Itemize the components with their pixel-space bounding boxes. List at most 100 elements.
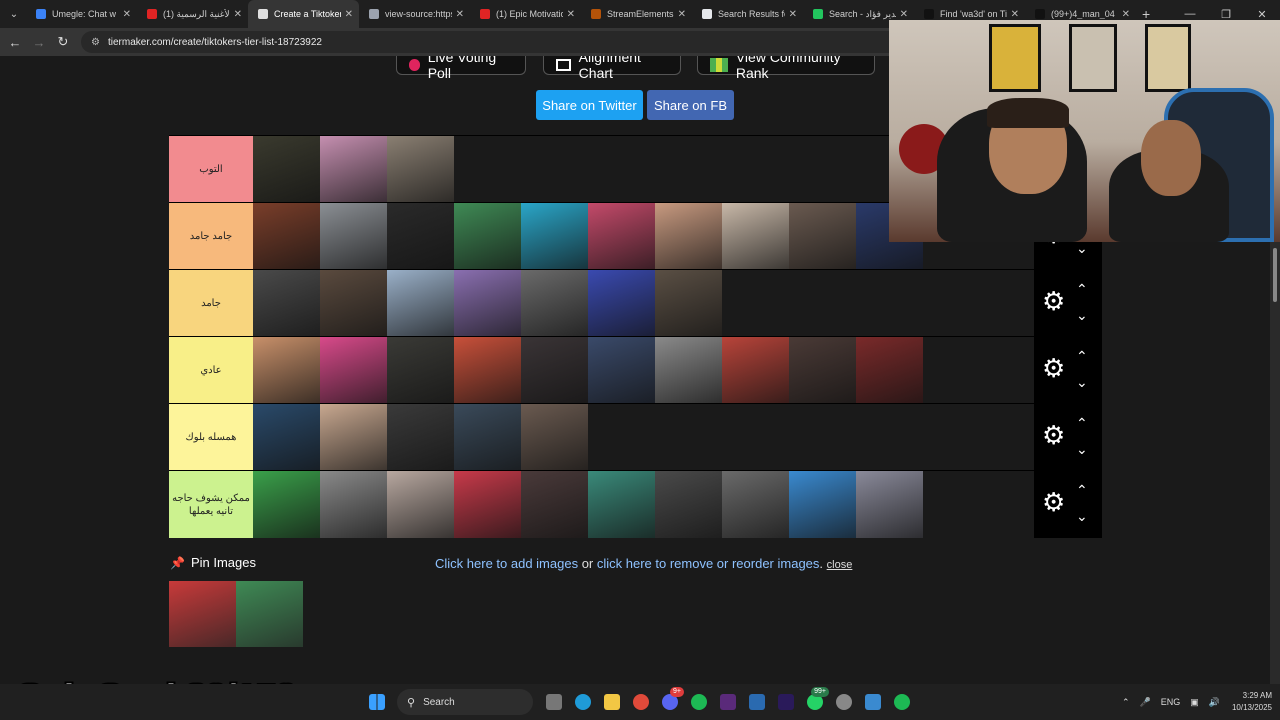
site-info-icon[interactable]: ⚙ xyxy=(91,37,100,48)
tier-image[interactable] xyxy=(588,270,655,337)
tier-image[interactable] xyxy=(521,404,588,471)
tier-image[interactable] xyxy=(387,404,454,471)
tab-close-icon[interactable]: ✕ xyxy=(678,9,686,20)
tier-image[interactable] xyxy=(454,471,521,538)
tier-image[interactable] xyxy=(722,471,789,538)
move-up-chevron-icon[interactable]: ⌃ xyxy=(1076,483,1088,497)
share-twitter-button[interactable]: Share on Twitter xyxy=(536,90,643,120)
tab-close-icon[interactable]: ✕ xyxy=(1122,9,1130,20)
tier-image[interactable] xyxy=(320,404,387,471)
share-fb-button[interactable]: Share on FB xyxy=(647,90,734,120)
tier-image[interactable] xyxy=(320,270,387,337)
move-down-chevron-icon[interactable]: ⌄ xyxy=(1076,241,1088,255)
tier-image[interactable] xyxy=(454,270,521,337)
tab-close-icon[interactable]: ✕ xyxy=(234,9,242,20)
tier-image[interactable] xyxy=(387,136,454,203)
tab-close-icon[interactable]: ✕ xyxy=(345,9,353,20)
gear-icon[interactable]: ⚙ xyxy=(1042,355,1065,381)
browser-tab[interactable]: Umegle: Chat w ✕ xyxy=(26,0,137,28)
browser-tab[interactable]: Create a Tiktoker ✕ xyxy=(248,0,359,28)
tier-image[interactable] xyxy=(655,471,722,538)
gear-icon[interactable]: ⚙ xyxy=(1042,422,1065,448)
notepad-icon[interactable] xyxy=(858,687,887,717)
tab-close-icon[interactable]: ✕ xyxy=(123,9,131,20)
tray-chevron-icon[interactable]: ⌃ xyxy=(1122,697,1130,708)
tier-image[interactable] xyxy=(521,270,588,337)
tier-image[interactable] xyxy=(387,337,454,404)
tier-image[interactable] xyxy=(722,337,789,404)
gear-icon[interactable]: ⚙ xyxy=(1042,489,1065,515)
move-down-chevron-icon[interactable]: ⌄ xyxy=(1076,308,1088,322)
microphone-icon[interactable]: 🎤 xyxy=(1139,697,1150,708)
tier-image[interactable] xyxy=(655,337,722,404)
move-up-chevron-icon[interactable]: ⌃ xyxy=(1076,416,1088,430)
tier-image[interactable] xyxy=(588,203,655,270)
tier-image[interactable] xyxy=(253,270,320,337)
url-input[interactable]: ⚙ tiermaker.com/create/tiktokers-tier-li… xyxy=(81,31,941,53)
reload-icon[interactable]: ↻ xyxy=(51,34,75,50)
tier-image[interactable] xyxy=(856,337,923,404)
tier-label[interactable]: ممكن يشوف حاجه تانيه يعملها xyxy=(169,471,253,538)
tier-image[interactable] xyxy=(454,337,521,404)
discord-icon[interactable]: 9+ xyxy=(655,687,684,717)
tab-close-icon[interactable]: ✕ xyxy=(900,9,908,20)
remove-reorder-link[interactable]: click here to remove or reorder images xyxy=(597,556,820,571)
tier-image[interactable] xyxy=(320,337,387,404)
edge-icon[interactable] xyxy=(568,687,597,717)
gear-icon[interactable]: ⚙ xyxy=(1042,288,1065,314)
tier-image[interactable] xyxy=(789,203,856,270)
tier-image[interactable] xyxy=(655,270,722,337)
tier-image[interactable] xyxy=(789,337,856,404)
tier-image[interactable] xyxy=(253,203,320,270)
settings-app-icon[interactable] xyxy=(829,687,858,717)
tier-image[interactable] xyxy=(253,337,320,404)
file-explorer-icon[interactable] xyxy=(597,687,626,717)
browser-tab[interactable]: الأغنية الرسمية (1) ✕ xyxy=(137,0,248,28)
move-down-chevron-icon[interactable]: ⌄ xyxy=(1076,375,1088,389)
tier-label[interactable]: التوب xyxy=(169,136,253,203)
tier-label[interactable]: جامد xyxy=(169,270,253,337)
tier-image[interactable] xyxy=(320,471,387,538)
tier-image[interactable] xyxy=(387,203,454,270)
tier-label[interactable]: جامد جامد xyxy=(169,203,253,270)
tier-image[interactable] xyxy=(253,471,320,538)
forward-arrow-icon[interactable]: → xyxy=(27,35,51,50)
notes-app-icon[interactable] xyxy=(742,687,771,717)
add-images-link[interactable]: Click here to add images xyxy=(435,556,578,571)
tier-label[interactable]: عادي xyxy=(169,337,253,404)
tier-image[interactable] xyxy=(253,136,320,203)
move-down-chevron-icon[interactable]: ⌄ xyxy=(1076,442,1088,456)
tier-image[interactable] xyxy=(454,404,521,471)
browser-tab[interactable]: (1) Epic Motivatio ✕ xyxy=(470,0,581,28)
tier-image[interactable] xyxy=(856,471,923,538)
premiere-icon[interactable] xyxy=(771,687,800,717)
tier-image[interactable] xyxy=(320,203,387,270)
browser-tab[interactable]: Search Results for ✕ xyxy=(692,0,803,28)
pinned-image[interactable] xyxy=(236,581,303,647)
tier-image[interactable] xyxy=(521,337,588,404)
tab-close-icon[interactable]: ✕ xyxy=(456,9,464,20)
community-rank-button[interactable]: View Community Rank xyxy=(697,56,875,81)
tab-close-icon[interactable]: ✕ xyxy=(567,9,575,20)
tier-image[interactable] xyxy=(521,203,588,270)
back-arrow-icon[interactable]: ← xyxy=(3,35,27,50)
live-voting-button[interactable]: Live Voting Poll xyxy=(396,56,526,81)
volume-icon[interactable]: 🔊 xyxy=(1209,697,1220,708)
tier-label[interactable]: همسله بلوك xyxy=(169,404,253,471)
move-up-chevron-icon[interactable]: ⌃ xyxy=(1076,349,1088,363)
spotify-active-icon[interactable] xyxy=(887,687,916,717)
scrollbar-thumb[interactable] xyxy=(1273,248,1277,302)
browser-tab[interactable]: StreamElements ✕ xyxy=(581,0,692,28)
tier-image[interactable] xyxy=(722,203,789,270)
tab-close-icon[interactable]: ✕ xyxy=(1011,9,1019,20)
clock[interactable]: 3:29 AM 10/13/2025 xyxy=(1232,690,1272,714)
tier-image[interactable] xyxy=(655,203,722,270)
pinned-image[interactable] xyxy=(169,581,236,647)
tier-image[interactable] xyxy=(454,203,521,270)
tab-close-icon[interactable]: ✕ xyxy=(789,9,797,20)
tier-image[interactable] xyxy=(588,471,655,538)
start-windows-icon[interactable] xyxy=(362,687,391,717)
move-down-chevron-icon[interactable]: ⌄ xyxy=(1076,509,1088,523)
browser-tab[interactable]: view-source:https ✕ xyxy=(359,0,470,28)
tier-image[interactable] xyxy=(387,471,454,538)
